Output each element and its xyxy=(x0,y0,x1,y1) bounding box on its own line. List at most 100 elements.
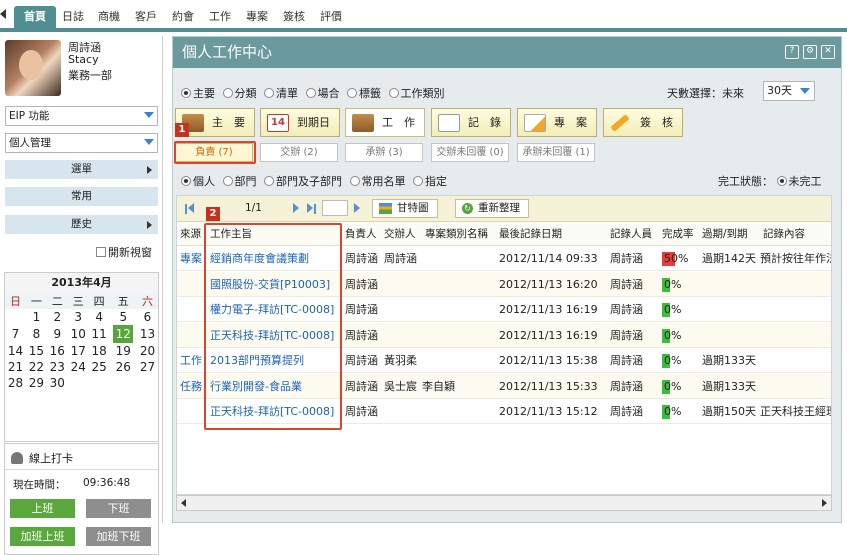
page-number-input[interactable] xyxy=(322,200,348,216)
calendar-day[interactable]: 10 xyxy=(68,325,89,343)
nav-tab-work[interactable]: 工作 xyxy=(205,6,235,28)
nav-tab-journal[interactable]: 日誌 xyxy=(58,6,88,28)
horizontal-scrollbar[interactable] xyxy=(176,495,832,511)
tab-assigned[interactable]: 交辦 (2) xyxy=(260,143,338,162)
tab-assigned-unreplied[interactable]: 交辦未回覆 (0) xyxy=(431,143,509,162)
history-button[interactable]: 歷史 xyxy=(5,215,158,234)
clock-out-button[interactable]: 下班 xyxy=(86,499,151,518)
calendar-day[interactable]: 5 xyxy=(110,309,137,325)
scope-personal[interactable]: 個人 xyxy=(181,175,215,188)
calendar-day[interactable]: 29 xyxy=(26,375,47,391)
close-icon[interactable]: ✕ xyxy=(821,45,835,59)
open-new-window-option[interactable]: 開新視窗 xyxy=(96,244,152,260)
filter-category[interactable]: 分類 xyxy=(222,87,257,100)
row-source[interactable]: 任務 xyxy=(180,374,202,399)
signoff-button[interactable]: 簽 核 xyxy=(603,108,683,137)
calendar-day[interactable]: 21 xyxy=(5,359,26,375)
row-source[interactable]: 專案 xyxy=(180,246,202,271)
calendar-day[interactable]: 13 xyxy=(137,325,158,343)
nav-tab-signoff[interactable]: 簽核 xyxy=(279,6,309,28)
calendar-day[interactable]: 16 xyxy=(47,343,68,359)
gantt-chart-button[interactable]: 甘特圖 xyxy=(372,199,438,218)
nav-tab-customer[interactable]: 客戶 xyxy=(131,6,161,28)
scroll-right-icon[interactable] xyxy=(822,499,827,507)
calendar-day[interactable]: 9 xyxy=(47,325,68,343)
due-date-button[interactable]: 14 到期日 xyxy=(260,108,340,137)
calendar-day[interactable]: 2 xyxy=(47,309,68,325)
col-due[interactable]: 過期/到期 xyxy=(702,222,748,246)
module-select[interactable]: EIP 功能 xyxy=(5,106,158,126)
calendar-day[interactable]: 25 xyxy=(89,359,110,375)
tab-undertaken-unreplied[interactable]: 承辦未回覆 (1) xyxy=(517,143,595,162)
calendar-day-today[interactable]: 12 xyxy=(110,325,137,343)
records-button[interactable]: 記 錄 xyxy=(431,108,511,137)
filter-list[interactable]: 清單 xyxy=(264,87,298,100)
calendar-day[interactable]: 18 xyxy=(89,343,110,359)
nav-tab-rating[interactable]: 評價 xyxy=(316,6,346,28)
scope-favorites[interactable]: 常用名單 xyxy=(349,175,406,188)
calendar-day[interactable]: 28 xyxy=(5,375,26,391)
calendar-day[interactable]: 27 xyxy=(137,359,158,375)
radio[interactable] xyxy=(222,176,233,186)
nav-back-arrow-icon[interactable] xyxy=(0,9,6,19)
status-unfinished[interactable]: 未完工 xyxy=(776,175,822,188)
calendar-day[interactable]: 11 xyxy=(89,325,110,343)
col-assigner[interactable]: 交辦人 xyxy=(384,222,416,246)
row-source[interactable]: 工作 xyxy=(180,348,202,373)
calendar-day[interactable]: 4 xyxy=(89,309,110,325)
nav-tab-appointment[interactable]: 約會 xyxy=(168,6,198,28)
overtime-out-button[interactable]: 加班下班 xyxy=(86,527,151,546)
calendar-day[interactable]: 7 xyxy=(5,325,26,343)
last-page-icon[interactable] xyxy=(307,203,313,213)
filter-tag[interactable]: 標籤 xyxy=(347,87,381,100)
calendar-day[interactable]: 17 xyxy=(68,343,89,359)
scope-specified[interactable]: 指定 xyxy=(413,175,447,188)
col-source[interactable]: 來源 xyxy=(180,222,201,246)
favorites-button[interactable]: 常用 xyxy=(5,187,158,206)
calendar-day[interactable]: 19 xyxy=(110,343,137,359)
radio-checked[interactable] xyxy=(181,176,191,186)
col-category[interactable]: 專案類別名稱 xyxy=(425,222,488,246)
col-recorder[interactable]: 記錄人員 xyxy=(610,222,652,246)
radio[interactable] xyxy=(349,176,360,186)
project-button[interactable]: 專 案 xyxy=(517,108,597,137)
radio[interactable] xyxy=(347,88,357,98)
nav-tab-opportunity[interactable]: 商機 xyxy=(94,6,124,28)
refresh-button[interactable]: ↻ 重新整理 xyxy=(455,199,529,218)
calendar-day[interactable] xyxy=(110,375,137,391)
days-select[interactable]: 30天 xyxy=(763,81,815,101)
calendar-day[interactable] xyxy=(137,375,158,391)
work-button[interactable]: 工 作 xyxy=(345,108,425,137)
calendar-day[interactable]: 3 xyxy=(68,309,89,325)
scroll-left-icon[interactable] xyxy=(181,499,186,507)
calendar-day[interactable] xyxy=(5,309,26,325)
radio[interactable] xyxy=(222,88,233,98)
col-notes[interactable]: 記錄內容 xyxy=(763,222,805,246)
col-owner[interactable]: 負責人 xyxy=(345,222,377,246)
radio[interactable] xyxy=(413,176,423,186)
settings-icon[interactable]: ⚙ xyxy=(803,45,817,59)
open-new-window-checkbox[interactable] xyxy=(96,247,106,257)
radio-checked[interactable] xyxy=(776,176,787,186)
help-icon[interactable]: ? xyxy=(785,45,799,59)
col-completion[interactable]: 完成率 xyxy=(662,222,694,246)
nav-tab-home[interactable]: 首頁 xyxy=(14,6,56,28)
clock-in-button[interactable]: 上班 xyxy=(10,499,75,518)
calendar-day[interactable]: 20 xyxy=(137,343,158,359)
nav-tab-project[interactable]: 專案 xyxy=(242,6,272,28)
radio[interactable] xyxy=(264,176,274,186)
calendar-day[interactable] xyxy=(89,375,110,391)
radio[interactable] xyxy=(305,88,316,98)
calendar-day[interactable]: 15 xyxy=(26,343,47,359)
radio-checked[interactable] xyxy=(181,88,191,98)
filter-main[interactable]: 主要 xyxy=(181,87,215,100)
overtime-in-button[interactable]: 加班上班 xyxy=(10,527,75,546)
calendar-day[interactable] xyxy=(68,375,89,391)
menu-button[interactable]: 選單 xyxy=(5,160,158,179)
submodule-select[interactable]: 個人管理 xyxy=(5,133,158,153)
radio[interactable] xyxy=(264,88,274,98)
calendar-day[interactable]: 26 xyxy=(110,359,137,375)
scope-dept-and-sub[interactable]: 部門及子部門 xyxy=(264,175,342,188)
calendar-day[interactable]: 30 xyxy=(47,375,68,391)
col-last-date[interactable]: 最後記錄日期 xyxy=(499,222,562,246)
